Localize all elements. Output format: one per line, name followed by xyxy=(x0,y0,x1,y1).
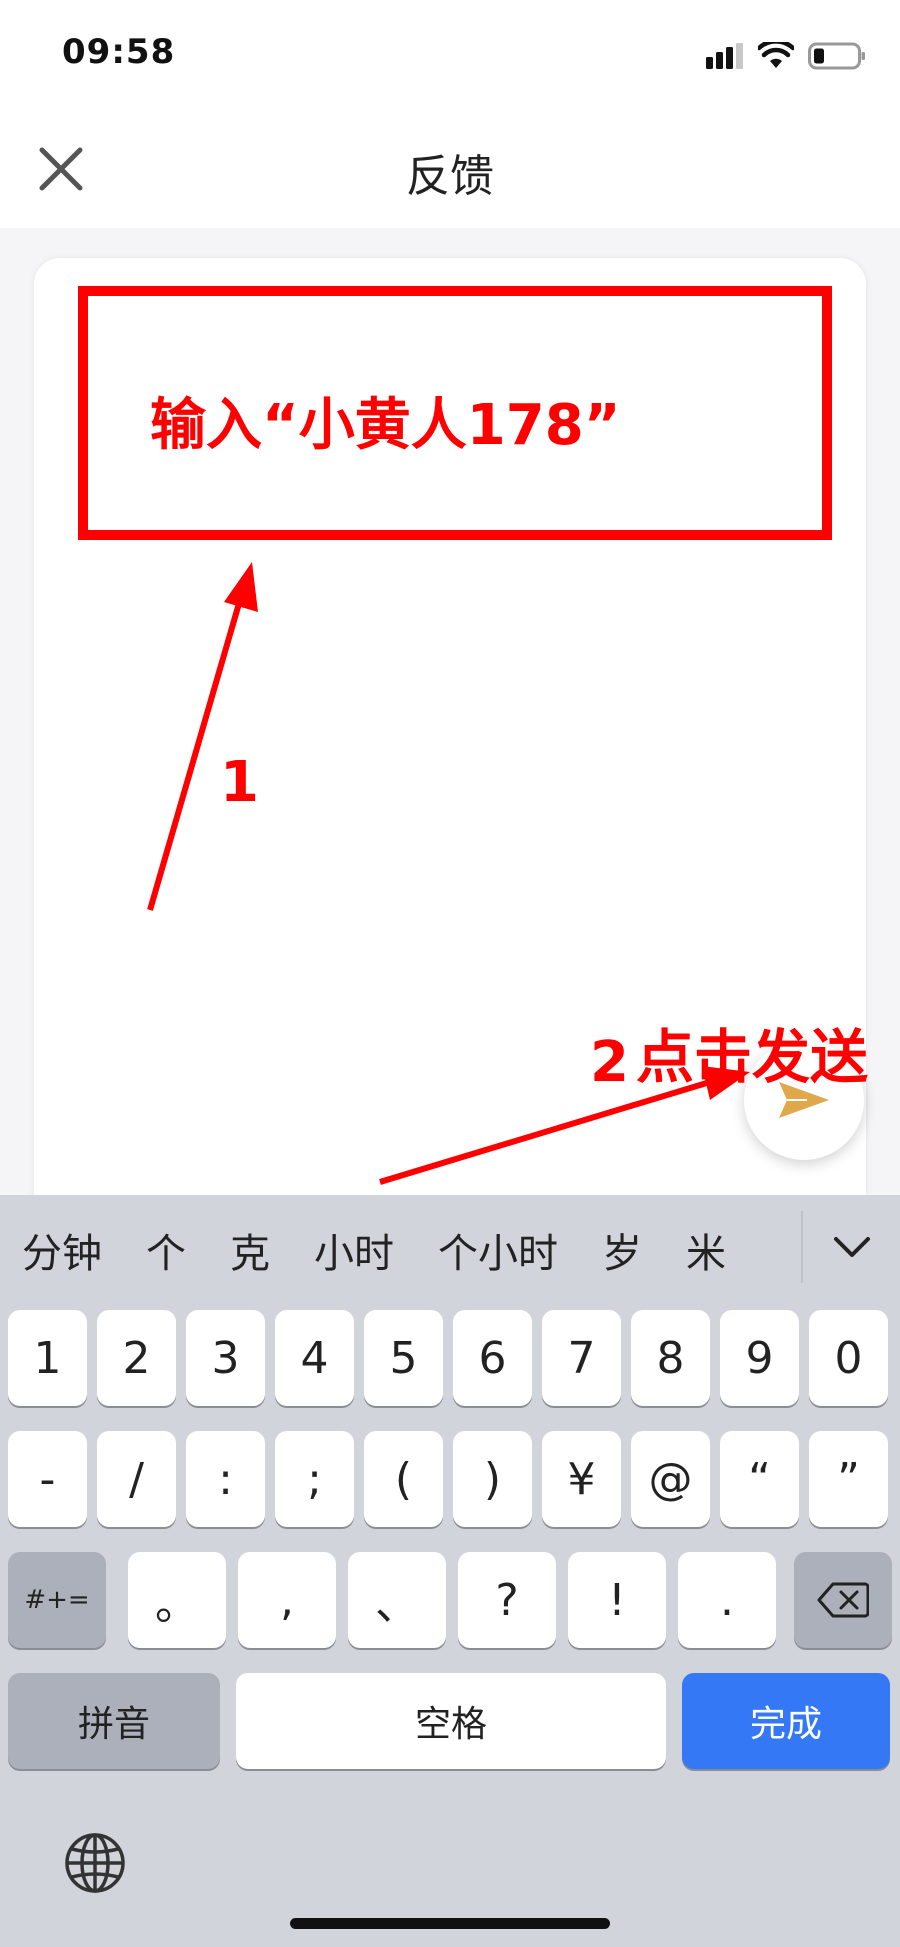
key-yen[interactable]: ¥ xyxy=(542,1431,621,1527)
key-9[interactable]: 9 xyxy=(720,1310,799,1406)
status-time: 09:58 xyxy=(62,32,176,72)
key-period-cn[interactable]: 。 xyxy=(128,1552,226,1648)
backspace-button[interactable] xyxy=(794,1552,892,1648)
key-exclamation[interactable]: ! xyxy=(568,1552,666,1648)
key-2[interactable]: 2 xyxy=(97,1310,176,1406)
candidate-word[interactable]: 岁 xyxy=(580,1221,664,1279)
key-hyphen[interactable]: - xyxy=(8,1431,87,1527)
signal-icon xyxy=(706,43,743,69)
key-question[interactable]: ? xyxy=(458,1552,556,1648)
key-more-symbols[interactable]: #+= xyxy=(8,1552,106,1648)
home-indicator[interactable] xyxy=(290,1918,610,1929)
key-5[interactable]: 5 xyxy=(364,1310,443,1406)
globe-icon xyxy=(65,1833,125,1893)
keyboard: 分钟 个 克 小时 个小时 岁 米 1 2 3 4 5 6 7 8 9 0 - … xyxy=(0,1195,900,1947)
key-left-paren[interactable]: ( xyxy=(364,1431,443,1527)
key-8[interactable]: 8 xyxy=(631,1310,710,1406)
status-bar: 09:58 xyxy=(0,0,900,110)
candidate-word[interactable]: 克 xyxy=(208,1221,292,1279)
annotation-step2-number: 2 xyxy=(590,1030,629,1095)
key-dot[interactable]: . xyxy=(678,1552,776,1648)
key-1[interactable]: 1 xyxy=(8,1310,87,1406)
key-semicolon[interactable]: ; xyxy=(275,1431,354,1527)
annotation-step1-number: 1 xyxy=(220,750,259,815)
expand-candidates-button[interactable] xyxy=(820,1215,884,1279)
done-button[interactable]: 完成 xyxy=(682,1673,890,1769)
annotation-step1-text: 输入“小黄人178” xyxy=(150,393,621,458)
wifi-icon xyxy=(758,42,794,68)
candidate-word[interactable]: 米 xyxy=(664,1221,748,1279)
candidate-word[interactable]: 个小时 xyxy=(416,1221,580,1279)
candidate-bar: 分钟 个 克 小时 个小时 岁 米 xyxy=(0,1195,900,1305)
battery-icon xyxy=(808,42,865,70)
key-left-quote[interactable]: “ xyxy=(720,1431,799,1527)
backspace-icon xyxy=(817,1582,869,1618)
key-enum-comma[interactable]: 、 xyxy=(348,1552,446,1648)
space-bar[interactable]: 空格 xyxy=(236,1673,666,1769)
candidate-word[interactable]: 分钟 xyxy=(0,1221,124,1279)
chevron-down-icon xyxy=(834,1237,870,1257)
key-slash[interactable]: / xyxy=(97,1431,176,1527)
key-6[interactable]: 6 xyxy=(453,1310,532,1406)
key-right-quote[interactable]: ” xyxy=(809,1431,888,1527)
language-switch-button[interactable] xyxy=(62,1830,128,1896)
key-7[interactable]: 7 xyxy=(542,1310,621,1406)
key-right-paren[interactable]: ) xyxy=(453,1431,532,1527)
nav-bar: 反馈 xyxy=(0,110,900,228)
candidate-divider xyxy=(801,1211,803,1283)
candidate-word[interactable]: 小时 xyxy=(292,1221,416,1279)
key-at[interactable]: @ xyxy=(631,1431,710,1527)
status-icons xyxy=(706,36,866,76)
page-title: 反馈 xyxy=(406,151,494,202)
pinyin-button[interactable]: 拼音 xyxy=(8,1673,220,1769)
key-colon[interactable]: : xyxy=(186,1431,265,1527)
key-0[interactable]: 0 xyxy=(809,1310,888,1406)
annotation-step2-text: 点击发送 xyxy=(636,1023,869,1091)
candidate-word[interactable]: 个 xyxy=(124,1221,208,1279)
key-3[interactable]: 3 xyxy=(186,1310,265,1406)
key-4[interactable]: 4 xyxy=(275,1310,354,1406)
key-comma[interactable]: , xyxy=(238,1552,336,1648)
